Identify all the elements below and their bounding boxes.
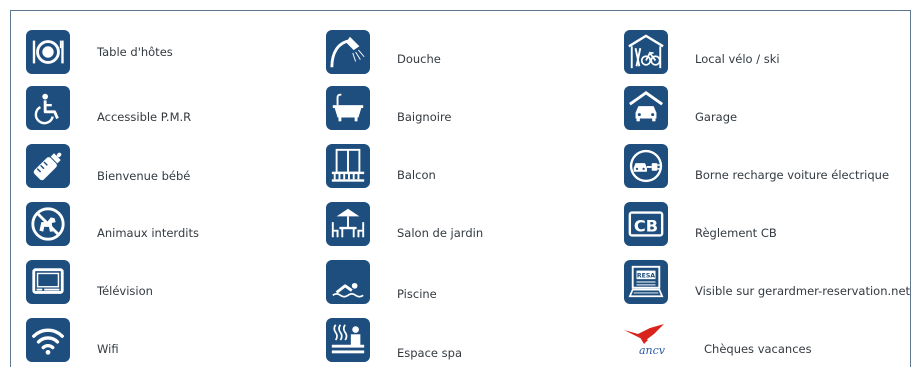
amenity-label: Wifi xyxy=(97,342,119,356)
wheelchair-icon xyxy=(26,86,70,130)
no-pets-icon xyxy=(26,202,70,246)
amenity-label: Règlement CB xyxy=(695,226,777,240)
amenity-label: Chèques vacances xyxy=(704,342,812,356)
credit-card-icon: CB xyxy=(624,202,668,246)
amenity-label: Espace spa xyxy=(397,346,462,360)
bike-ski-storage-icon xyxy=(624,30,668,74)
amenity-label: Bienvenue bébé xyxy=(97,169,191,183)
spa-icon xyxy=(326,318,370,362)
amenity-label: Balcon xyxy=(397,168,436,182)
ancv-logo: ancv xyxy=(622,318,674,362)
amenity-label: Local vélo / ski xyxy=(695,52,780,66)
amenity-label: Salon de jardin xyxy=(397,226,484,240)
baby-bottle-icon xyxy=(26,144,70,188)
swimmer-icon xyxy=(326,260,370,304)
amenity-label: Douche xyxy=(397,52,441,66)
plate-cutlery-icon xyxy=(26,30,70,74)
amenity-label: Table d'hôtes xyxy=(97,45,173,59)
amenity-label: Animaux interdits xyxy=(97,226,199,240)
amenity-label: Visible sur gerardmer-reservation.net xyxy=(695,284,911,298)
amenity-label: Piscine xyxy=(397,287,437,301)
television-icon xyxy=(26,260,70,304)
wifi-icon xyxy=(26,318,70,362)
online-booking-icon: RESA xyxy=(624,260,668,304)
svg-text:CB: CB xyxy=(634,217,658,236)
shower-icon xyxy=(326,30,370,74)
bathtub-icon xyxy=(326,86,370,130)
svg-text:RESA: RESA xyxy=(637,273,655,280)
ev-charging-icon xyxy=(624,144,668,188)
amenity-label: Accessible P.M.R xyxy=(97,110,192,124)
garage-icon xyxy=(624,86,668,130)
svg-text:ancv: ancv xyxy=(639,344,666,357)
amenity-label: Garage xyxy=(695,110,738,124)
amenity-label: Borne recharge voiture électrique xyxy=(695,168,890,182)
amenity-label: Télévision xyxy=(97,284,153,298)
garden-furniture-icon xyxy=(326,202,370,246)
amenity-label: Baignoire xyxy=(397,110,452,124)
balcony-icon xyxy=(326,144,370,188)
